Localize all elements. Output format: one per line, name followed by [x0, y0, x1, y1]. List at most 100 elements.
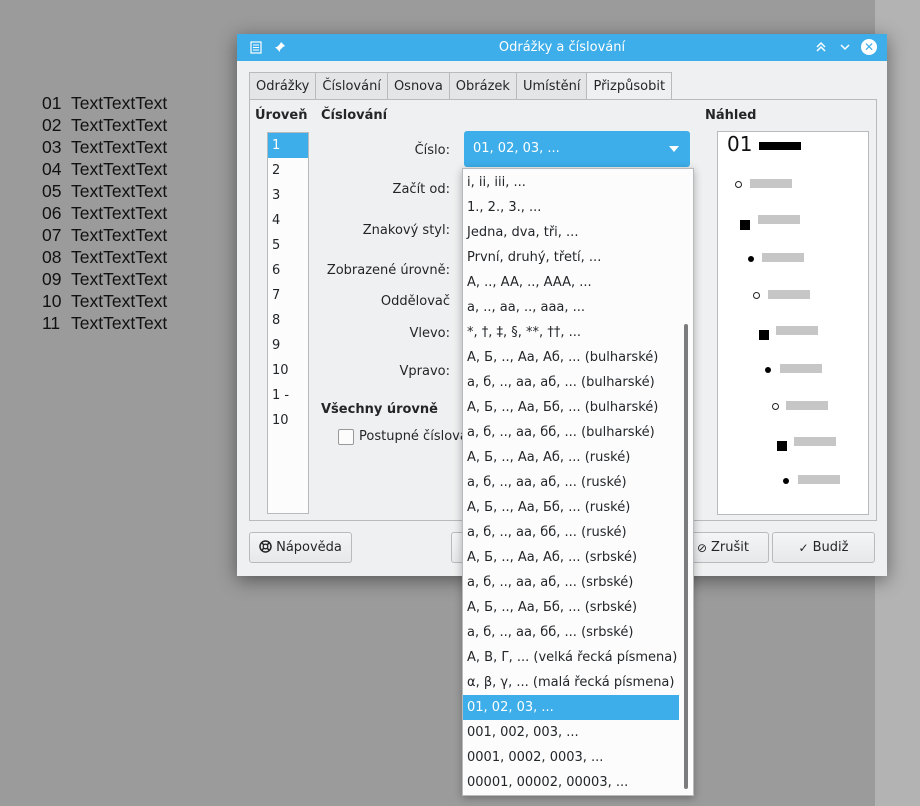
ring-bullet-icon — [772, 403, 779, 410]
list-text: TextTextText — [71, 203, 168, 223]
dropdown-option[interactable]: А, Б, .., Аа, Аб, ... (ruské) — [463, 445, 679, 470]
dropdown-option[interactable]: а, б, .., аа, бб, ... (srbské) — [463, 620, 679, 645]
list-text: TextTextText — [71, 225, 168, 245]
dropdown-arrow-icon — [669, 146, 679, 152]
dropdown-option[interactable]: а, б, .., аа, аб, ... (ruské) — [463, 470, 679, 495]
dropdown-option[interactable]: Α, Β, Γ, ... (velká řecká písmena) — [463, 645, 679, 670]
list-number: 06 — [42, 203, 62, 223]
list-text: TextTextText — [71, 137, 168, 157]
document-list-row: 08 TextTextText — [42, 246, 167, 268]
tab-obrázek[interactable]: Obrázek — [448, 72, 516, 99]
number-format-value: 01, 02, 03, ... — [473, 141, 560, 156]
character-style-label: Znakový styl: — [362, 223, 450, 238]
dot-bullet-icon — [765, 367, 771, 373]
dropdown-option[interactable]: А, Б, .., Аа, Аб, ... (srbské) — [463, 545, 679, 570]
preview-line — [794, 437, 836, 446]
tab-přizpůsobit[interactable]: Přizpůsobit — [586, 72, 673, 100]
list-number: 11 — [42, 313, 61, 333]
list-text: TextTextText — [71, 269, 168, 289]
list-text: TextTextText — [71, 181, 168, 201]
dropdown-option[interactable]: 01, 02, 03, ... — [463, 695, 679, 720]
dropdown-scrollbar[interactable] — [684, 324, 688, 789]
level-item[interactable]: 4 — [268, 208, 308, 233]
level-item[interactable]: 10 — [268, 358, 308, 383]
cancel-button-label: Zrušit — [711, 540, 750, 555]
preview-line — [798, 475, 840, 484]
dropdown-option[interactable]: А, Б, .., Аа, Аб, ... (bulharské) — [463, 345, 679, 370]
dropdown-option[interactable]: i, ii, iii, ... — [463, 170, 679, 195]
document-list-row: 01 TextTextText — [42, 92, 167, 114]
dropdown-option[interactable]: 00001, 00002, 00003, ... — [463, 770, 679, 795]
dropdown-option[interactable]: а, б, .., аа, аб, ... (srbské) — [463, 570, 679, 595]
ring-bullet-icon — [735, 181, 742, 188]
list-number: 08 — [42, 247, 62, 267]
level-item[interactable]: 3 — [268, 183, 308, 208]
list-number: 10 — [42, 291, 62, 311]
document-list-row: 11 TextTextText — [42, 312, 167, 334]
level-item[interactable]: 2 — [268, 158, 308, 183]
separator-right-label: Vpravo: — [399, 364, 450, 379]
preview-line — [768, 290, 810, 299]
document-list-row: 10 TextTextText — [42, 290, 167, 312]
dropdown-option[interactable]: А, Б, .., Аа, Бб, ... (ruské) — [463, 495, 679, 520]
dropdown-option[interactable]: a, .., aa, .., aaa, ... — [463, 295, 679, 320]
preview-line — [759, 142, 801, 150]
ok-button[interactable]: ✓ Budiž — [772, 532, 875, 563]
close-icon[interactable]: ✕ — [861, 39, 877, 55]
number-format-combobox[interactable]: 01, 02, 03, ... — [464, 131, 690, 167]
start-at-label: Začít od: — [392, 182, 450, 197]
document-list-row: 09 TextTextText — [42, 268, 167, 290]
list-text: TextTextText — [71, 247, 168, 267]
dropdown-option[interactable]: а, б, .., аа, бб, ... (ruské) — [463, 520, 679, 545]
dropdown-option[interactable]: А, Б, .., Аа, Бб, ... (bulharské) — [463, 395, 679, 420]
preview-line — [758, 215, 800, 224]
tab-osnova[interactable]: Osnova — [386, 72, 449, 99]
tab-číslování[interactable]: Číslování — [315, 72, 387, 99]
level-item[interactable]: 8 — [268, 308, 308, 333]
number-format-dropdown[interactable]: i, ii, iii, ... 1., 2., 3., ... Jedna, dva… — [462, 168, 694, 796]
level-item[interactable]: 9 — [268, 333, 308, 358]
level-heading: Úroveň — [255, 108, 308, 123]
dropdown-option[interactable]: A, .., AA, .., AAA, ... — [463, 270, 679, 295]
help-button[interactable]: Nápověda — [249, 532, 352, 563]
dropdown-option[interactable]: А, Б, .., Аа, Бб, ... (srbské) — [463, 595, 679, 620]
dropdown-option[interactable]: 001, 002, 003, ... — [463, 720, 679, 745]
dropdown-option[interactable]: 1., 2., 3., ... — [463, 195, 679, 220]
level-item[interactable]: 6 — [268, 258, 308, 283]
list-number: 01 — [42, 93, 62, 113]
help-lifebuoy-icon — [259, 539, 272, 556]
chevron-down-icon[interactable] — [836, 38, 854, 56]
document-list-row: 02 TextTextText — [42, 114, 167, 136]
dropdown-option[interactable]: *, †, ‡, §, **, ††, ... — [463, 320, 679, 345]
list-number: 05 — [42, 181, 62, 201]
dropdown-option[interactable]: а, б, .., аа, аб, ... (bulharské) — [463, 370, 679, 395]
tab-umístění[interactable]: Umístění — [515, 72, 587, 99]
list-number: 07 — [42, 225, 62, 245]
list-number: 04 — [42, 159, 62, 179]
chevron-up-double-icon[interactable] — [812, 38, 830, 56]
checkmark-icon: ✓ — [798, 540, 809, 555]
consecutive-numbering-checkbox[interactable] — [338, 429, 354, 445]
dialog-titlebar[interactable]: Odrážky a číslování ✕ — [237, 34, 887, 61]
dialog-title: Odrážky a číslování — [498, 40, 626, 55]
dropdown-option[interactable]: 0001, 0002, 0003, ... — [463, 745, 679, 770]
tab-odrážky[interactable]: Odrážky — [249, 72, 316, 99]
document-list-row: 05 TextTextText — [42, 180, 167, 202]
cancel-icon: ⊘ — [696, 540, 708, 555]
level-item[interactable]: 1 — [268, 133, 308, 158]
level-list[interactable]: 1 2 3 4 5 6 7 8 9 10 1 - 10 — [267, 132, 309, 514]
dropdown-option[interactable]: První, druhý, třetí, ... — [463, 245, 679, 270]
level-item[interactable]: 5 — [268, 233, 308, 258]
dropdown-option[interactable]: Jedna, dva, tři, ... — [463, 220, 679, 245]
level-item[interactable]: 7 — [268, 283, 308, 308]
dot-bullet-icon — [783, 478, 789, 484]
list-number: 09 — [42, 269, 62, 289]
level-item[interactable]: 1 - 10 — [268, 383, 308, 428]
all-levels-heading: Všechny úrovně — [321, 402, 438, 417]
separator-left-label: Vlevo: — [409, 326, 450, 341]
dropdown-option[interactable]: а, б, .., аа, бб, ... (bulharské) — [463, 420, 679, 445]
consecutive-numbering-label: Postupné číslová — [359, 429, 468, 444]
preview-heading: Náhled — [705, 108, 757, 123]
ok-button-label: Budiž — [812, 540, 849, 555]
dropdown-option[interactable]: α, β, γ, ... (malá řecká písmena) — [463, 670, 679, 695]
